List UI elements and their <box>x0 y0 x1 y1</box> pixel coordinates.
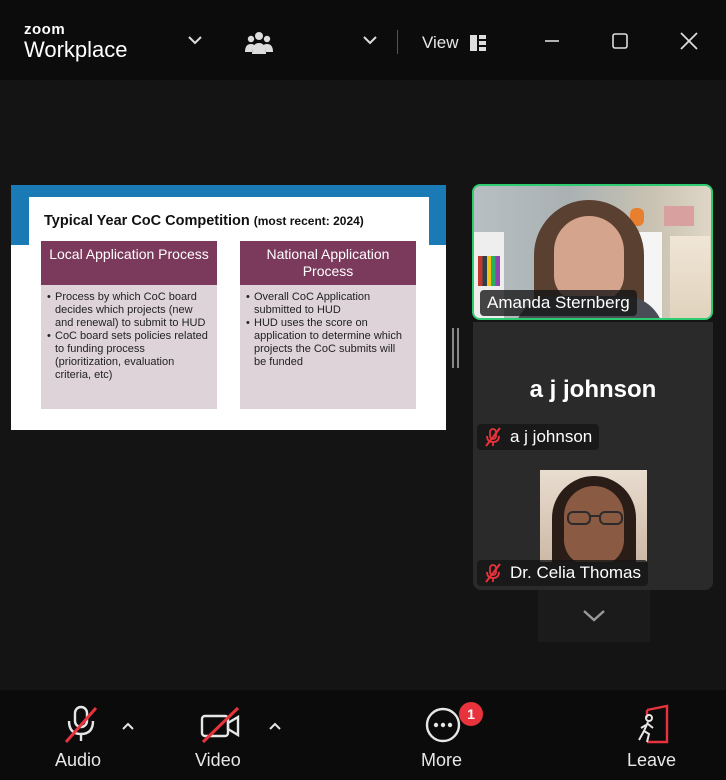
participant-name-tag: a j johnson <box>477 424 600 450</box>
audio-options-chevron-up-icon[interactable] <box>121 718 135 730</box>
app-logo: zoom Workplace <box>24 22 128 63</box>
brand-small-text: zoom <box>24 21 66 38</box>
bullet-item: HUD uses the score on application to det… <box>246 317 410 369</box>
participant-name: Dr. Celia Thomas <box>510 563 642 582</box>
chevron-down-icon <box>583 610 605 622</box>
shelf-decor <box>670 236 710 318</box>
title-bar-divider <box>397 30 398 54</box>
video-label: Video <box>195 750 241 770</box>
local-process-body: Process by which CoC board decides which… <box>41 285 217 409</box>
participant-name: a j johnson <box>510 427 593 446</box>
minimize-icon[interactable] <box>541 30 563 52</box>
people-icon[interactable] <box>245 30 273 56</box>
zoom-meeting-window: zoom Workplace View Typical Year CoC Com… <box>0 0 726 780</box>
leave-label: Leave <box>627 750 677 770</box>
slide-title: Typical Year CoC Competition (most recen… <box>44 213 364 229</box>
title-bar: zoom Workplace View <box>0 0 726 80</box>
national-process-body: Overall CoC Application submitted to HUD… <box>240 285 416 409</box>
leave-door-icon <box>638 704 669 744</box>
participant-display-name: a j johnson <box>529 376 657 403</box>
books <box>478 256 500 286</box>
grid-view-icon[interactable] <box>470 35 486 51</box>
leave-button[interactable]: Leave <box>625 700 681 776</box>
mic-muted-icon <box>485 563 501 583</box>
participant-name-tag: Amanda Sternberg <box>480 290 637 316</box>
mic-muted-icon <box>485 427 501 447</box>
local-process-heading: Local Application Process <box>41 241 217 285</box>
view-button[interactable]: View <box>422 33 459 53</box>
more-label: More <box>421 750 463 770</box>
video-button[interactable]: Video <box>192 700 250 776</box>
participant-name-tag: Dr. Celia Thomas <box>477 560 649 586</box>
close-icon[interactable] <box>678 30 700 52</box>
bullet-item: CoC board sets policies related to fundi… <box>47 330 211 382</box>
bullet-item: Process by which CoC board decides which… <box>47 291 211 330</box>
video-tile-amanda-sternberg[interactable]: Amanda Sternberg <box>472 184 713 320</box>
glasses-icon <box>567 511 623 525</box>
wall-decor <box>664 206 694 226</box>
audio-button[interactable]: Audio <box>52 700 110 776</box>
participant-avatar-celia-thomas <box>540 470 647 562</box>
mic-muted-icon <box>64 705 98 743</box>
national-process-heading: National Application Process <box>240 241 416 285</box>
maximize-icon[interactable] <box>609 30 631 52</box>
video-options-chevron-up-icon[interactable] <box>268 718 282 730</box>
shared-screen-slide[interactable]: Typical Year CoC Competition (most recen… <box>11 185 446 430</box>
more-options-icon <box>425 707 461 743</box>
more-options-chevron-down-icon[interactable] <box>360 30 380 50</box>
slide-title-suffix: (most recent: 2024) <box>253 214 364 228</box>
audio-label: Audio <box>55 750 102 770</box>
brand-big-text: Workplace <box>24 37 128 62</box>
panel-resize-handle[interactable] <box>452 328 460 368</box>
slide-title-text: Typical Year CoC Competition <box>44 213 250 229</box>
bullet-item: Overall CoC Application submitted to HUD <box>246 291 410 317</box>
scroll-participants-down-button[interactable] <box>538 590 650 642</box>
notification-badge: 1 <box>459 702 483 726</box>
video-off-icon <box>200 706 240 744</box>
app-menu-chevron-down-icon[interactable] <box>185 30 205 50</box>
